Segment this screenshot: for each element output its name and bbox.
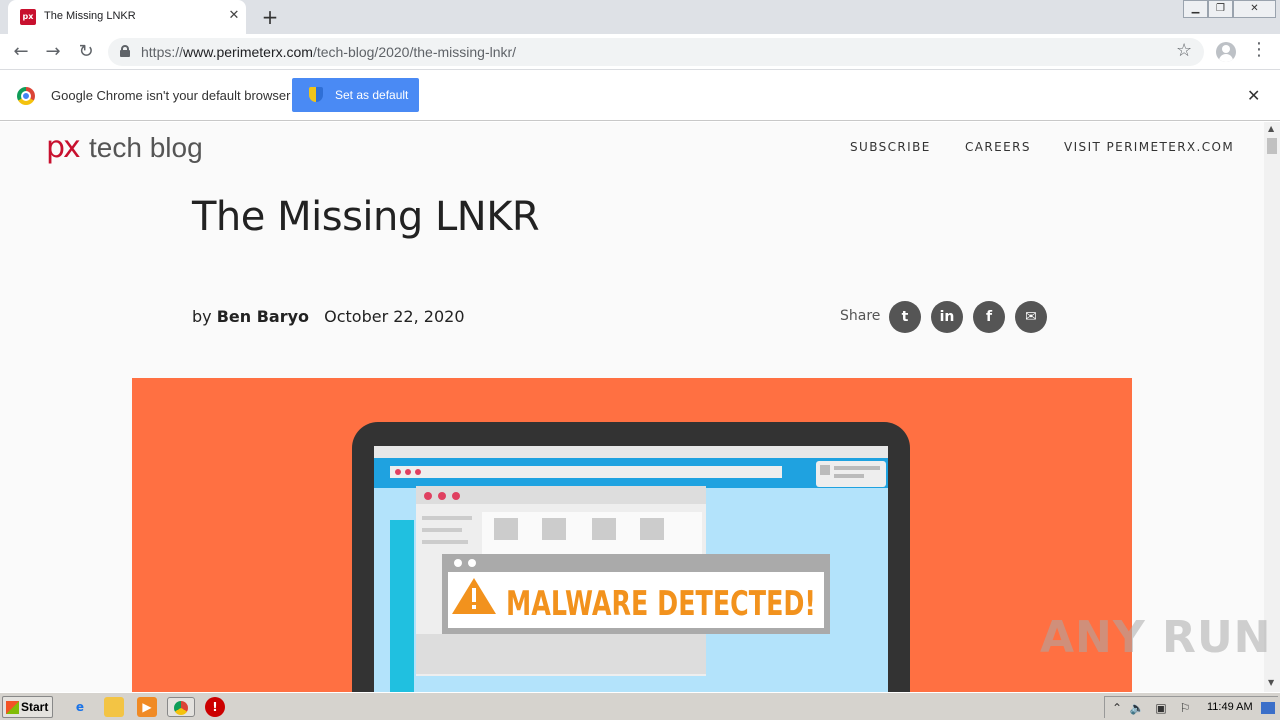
nav-visit-perimeterx[interactable]: VISIT PERIMETERX.COM — [1064, 140, 1234, 154]
network-icon[interactable]: ▣ — [1153, 700, 1169, 716]
lock-icon[interactable] — [120, 45, 130, 57]
start-label: Start — [21, 700, 49, 714]
tab-strip: px The Missing LNKR ✕ + ▁ ❐ ✕ — [0, 0, 1280, 34]
opera-icon[interactable]: ! — [205, 697, 225, 717]
windows-taskbar: Start e ▶ ! ⌃ 🔈 ▣ ⚐ 11:49 AM — [0, 692, 1280, 720]
malware-detected-text: MALWARE DETECTED! — [506, 584, 816, 624]
show-desktop-icon[interactable] — [1261, 702, 1275, 714]
nav-subscribe[interactable]: SUBSCRIBE — [850, 140, 931, 154]
uac-shield-icon — [309, 87, 323, 102]
hero-image: MALWARE DETECTED! — [132, 378, 1132, 692]
infobar-message: Google Chrome isn't your default browser — [51, 88, 291, 103]
author-name[interactable]: Ben Baryo — [217, 307, 309, 326]
tab-title: The Missing LNKR — [44, 10, 136, 22]
tab-active[interactable]: px The Missing LNKR ✕ — [8, 0, 246, 34]
windows-flag-icon — [6, 701, 19, 714]
action-center-flag-icon[interactable]: ⚐ — [1177, 700, 1193, 716]
px-logo-mark: px — [46, 130, 81, 165]
tray-expand-icon[interactable]: ⌃ — [1109, 700, 1125, 716]
linkedin-icon[interactable]: in — [931, 301, 963, 333]
bookmark-star-icon[interactable]: ☆ — [1176, 40, 1192, 61]
reload-icon[interactable]: ↻ — [74, 41, 98, 63]
chrome-menu-icon[interactable]: ⋮ — [1250, 40, 1268, 60]
byline: by Ben Baryo October 22, 2020 — [192, 307, 465, 326]
infobar-close-icon[interactable]: ✕ — [1247, 86, 1260, 105]
media-player-icon[interactable]: ▶ — [137, 697, 157, 717]
minimize-button[interactable]: ▁ — [1183, 0, 1208, 18]
share-label: Share — [840, 308, 881, 324]
profile-avatar-icon[interactable] — [1216, 42, 1236, 62]
anyrun-watermark: ANY RUN — [1040, 612, 1272, 663]
system-tray: ⌃ 🔈 ▣ ⚐ 11:49 AM — [1104, 696, 1278, 718]
set-as-default-label: Set as default — [335, 88, 409, 102]
new-tab-button[interactable]: + — [258, 5, 282, 29]
email-icon[interactable]: ✉ — [1015, 301, 1047, 333]
url-scheme: https:// — [141, 44, 184, 60]
set-as-default-button[interactable]: Set as default — [292, 78, 419, 112]
url-host: www.perimeterx.com — [183, 44, 313, 60]
file-explorer-icon[interactable] — [104, 697, 124, 717]
malware-illustration: MALWARE DETECTED! — [352, 422, 910, 692]
vertical-scrollbar[interactable]: ▲ ▼ — [1264, 122, 1280, 692]
back-arrow-icon[interactable]: ← — [9, 41, 33, 63]
byline-by: by — [192, 307, 212, 326]
scroll-thumb[interactable] — [1267, 138, 1277, 154]
nav-careers[interactable]: CAREERS — [965, 140, 1031, 154]
chrome-taskbar-icon[interactable] — [167, 697, 195, 717]
tab-close-icon[interactable]: ✕ — [226, 8, 242, 24]
forward-arrow-icon[interactable]: → — [41, 41, 65, 63]
close-window-button[interactable]: ✕ — [1233, 0, 1276, 18]
facebook-icon[interactable]: f — [973, 301, 1005, 333]
chrome-logo-icon — [17, 87, 35, 105]
twitter-icon[interactable]: t — [889, 301, 921, 333]
volume-icon[interactable]: 🔈 — [1129, 700, 1145, 716]
scroll-up-arrow-icon[interactable]: ▲ — [1268, 124, 1274, 133]
taskbar-clock[interactable]: 11:49 AM — [1207, 701, 1253, 713]
page-title: The Missing LNKR — [192, 194, 540, 240]
scroll-down-arrow-icon[interactable]: ▼ — [1268, 678, 1274, 687]
internet-explorer-icon[interactable]: e — [70, 697, 90, 717]
post-date: October 22, 2020 — [324, 307, 465, 326]
px-favicon-icon: px — [20, 9, 36, 25]
url-path: /tech-blog/2020/the-missing-lnkr/ — [312, 44, 517, 60]
address-bar[interactable]: https://www.perimeterx.com/tech-blog/202… — [108, 38, 1204, 66]
url-text[interactable]: https://www.perimeterx.com/tech-blog/202… — [141, 44, 516, 60]
start-button[interactable]: Start — [2, 696, 53, 718]
browser-toolbar: ← → ↻ https://www.perimeterx.com/tech-bl… — [0, 34, 1280, 70]
restore-button[interactable]: ❐ — [1208, 0, 1233, 18]
default-browser-infobar: Google Chrome isn't your default browser… — [0, 71, 1280, 121]
logo-text: tech blog — [89, 132, 203, 163]
page-viewport: px tech blog SUBSCRIBE CAREERS VISIT PER… — [0, 122, 1264, 692]
